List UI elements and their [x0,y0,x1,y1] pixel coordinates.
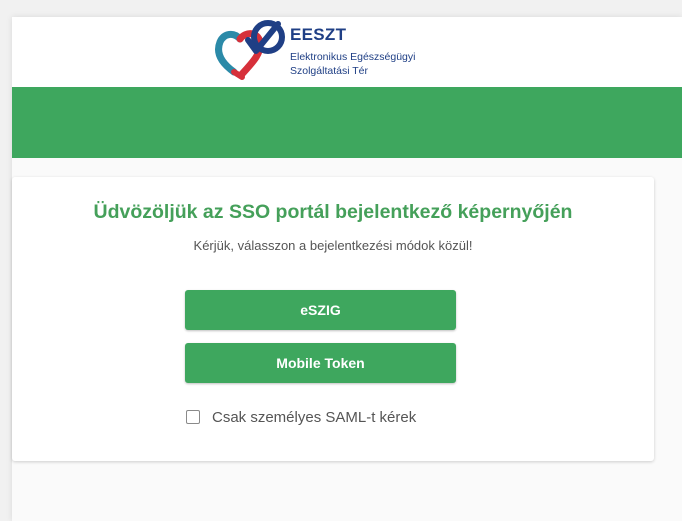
header-green-band [12,87,682,158]
saml-checkbox-row[interactable]: Csak személyes SAML-t kérek [186,407,416,427]
login-title: Üdvözöljük az SSO portál bejelentkező ké… [93,201,573,223]
login-card: Üdvözöljük az SSO portál bejelentkező ké… [12,177,654,461]
login-page: EESZT Elektronikus Egészségügyi Szolgált… [12,17,682,521]
header: EESZT Elektronikus Egészségügyi Szolgált… [12,17,682,87]
mobile-token-button[interactable]: Mobile Token [185,343,456,383]
logo-title: EESZT [290,25,347,44]
login-subtitle: Kérjük, válasszon a bejelentkezési módok… [193,238,473,253]
saml-checkbox-label[interactable]: Csak személyes SAML-t kérek [212,409,416,426]
eszig-button[interactable]: eSZIG [185,290,456,330]
eeszt-logo: EESZT Elektronikus Egészségügyi Szolgált… [214,20,464,82]
logo-subtitle-line1: Elektronikus Egészségügyi [290,51,416,63]
logo-subtitle-line2: Szolgáltatási Tér [290,65,369,77]
eeszt-heart-logo-icon [215,20,285,80]
saml-checkbox[interactable] [186,410,200,424]
